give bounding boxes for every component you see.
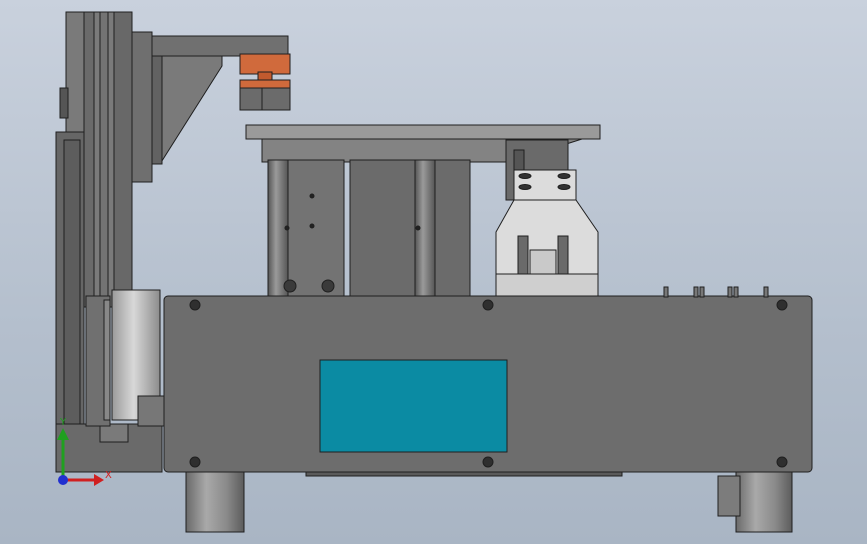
l-bracket-step (99, 423, 129, 443)
foot-right-valve (717, 475, 741, 517)
guide-hole-2 (309, 223, 315, 229)
connector-3 (699, 286, 705, 298)
gear-base-left (239, 87, 263, 111)
x-axis-arrow-icon (94, 474, 104, 486)
guide-hole-3 (284, 225, 290, 231)
tower-block (349, 159, 471, 297)
screw-bottom-center (482, 456, 494, 468)
lower-slider-rod (103, 299, 111, 421)
top-plate (245, 124, 601, 140)
clamp-slot-3 (518, 184, 532, 190)
cad-viewport[interactable]: Y X (0, 0, 867, 544)
arm-riser (131, 31, 153, 183)
gear-base-right (261, 87, 291, 111)
left-cylinder-mount (137, 395, 165, 427)
clamp-center-block (529, 249, 557, 275)
screw-top-center (482, 299, 494, 311)
guide-hole-1 (309, 193, 315, 199)
clamp-base (495, 273, 599, 297)
arm-plate (131, 35, 289, 57)
foot-left (185, 471, 245, 533)
screw-bottom-left (189, 456, 201, 468)
connector-6 (763, 286, 769, 298)
column-rail-1 (83, 11, 95, 308)
foot-right (735, 471, 793, 533)
connector-4 (727, 286, 733, 298)
clamp-jaw-left (517, 235, 529, 275)
x-axis-label: X (105, 470, 112, 481)
screw-top-left (189, 299, 201, 311)
connector-1 (663, 286, 669, 298)
right-clamp-assembly (495, 139, 599, 297)
l-bracket-inner (63, 139, 81, 425)
guide-screw-2 (321, 279, 335, 293)
gear-top-ring (239, 53, 291, 75)
guide-hole-4 (415, 225, 421, 231)
y-axis-label: Y (59, 417, 67, 428)
connector-2 (693, 286, 699, 298)
column-rail-3 (113, 11, 133, 308)
guide-screw-1 (283, 279, 297, 293)
gear-lower-ring (239, 79, 291, 89)
main-enclosure (163, 286, 813, 477)
display-screen (319, 359, 508, 453)
left-guide-plate (285, 159, 345, 297)
column-knob (59, 87, 69, 119)
arm-block (151, 55, 163, 165)
clamp-jaw-right (557, 235, 569, 275)
screw-top-right (776, 299, 788, 311)
z-axis-dot-icon (58, 475, 68, 485)
clamp-slot-1 (518, 173, 532, 179)
screw-bottom-right (776, 456, 788, 468)
connector-5 (733, 286, 739, 298)
enclosure-bottom-lip (305, 471, 623, 477)
column-rail-2 (99, 11, 109, 308)
feet (185, 471, 793, 533)
clamp-slot-4 (557, 184, 571, 190)
clamp-slot-2 (557, 173, 571, 179)
